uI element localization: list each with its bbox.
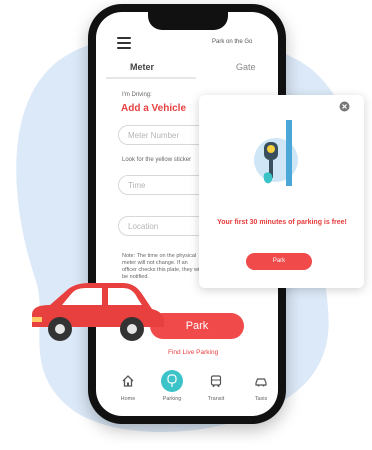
driving-label: I'm Driving:: [122, 92, 152, 98]
add-vehicle-link[interactable]: Add a Vehicle: [121, 103, 186, 114]
nav-taxis-label: Taxis: [254, 396, 268, 402]
popup-park-button[interactable]: Park: [246, 253, 312, 270]
promo-message: Your first 30 minutes of parking is free…: [217, 219, 347, 226]
app-tagline: Park on the Go: [212, 39, 253, 45]
close-icon[interactable]: [339, 101, 350, 112]
tab-meter[interactable]: Meter: [130, 62, 154, 72]
parking-meter-icon: [161, 370, 183, 392]
nav-parking[interactable]: Parking: [157, 370, 187, 402]
tab-underline: [106, 77, 196, 79]
nav-taxis[interactable]: Taxis: [246, 370, 276, 402]
nav-home[interactable]: Home: [113, 370, 143, 402]
nav-transit-label: Transit: [207, 396, 225, 402]
nav-home-label: Home: [120, 396, 136, 402]
bus-icon: [205, 370, 227, 392]
meter-hint: Look for the yellow sticker: [122, 157, 192, 163]
phone-notch: [148, 10, 228, 30]
tab-gate[interactable]: Gate: [236, 62, 256, 72]
red-car-illustration: [32, 283, 164, 341]
find-live-parking-link[interactable]: Find Live Parking: [168, 349, 218, 356]
parking-meter-illustration: [254, 120, 298, 186]
taxi-icon: [250, 370, 272, 392]
home-icon: [117, 370, 139, 392]
nav-transit[interactable]: Transit: [201, 370, 231, 402]
nav-parking-label: Parking: [162, 396, 182, 402]
menu-icon[interactable]: [117, 37, 131, 52]
